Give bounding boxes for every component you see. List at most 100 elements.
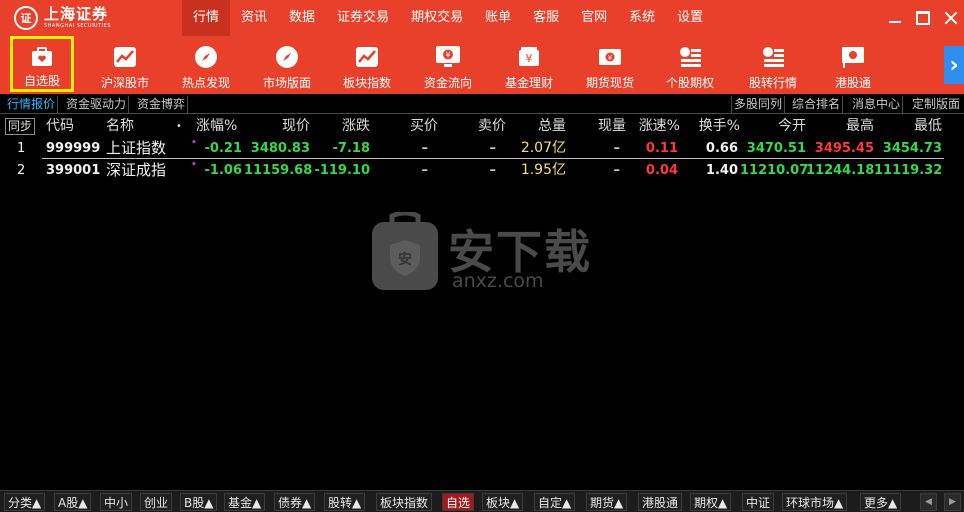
tool-stock-options[interactable]: 个股期权 [654, 36, 726, 94]
tool-label: 自选股 [23, 74, 60, 88]
btab-funds[interactable]: 基金▲ [224, 493, 266, 511]
tab-custom-layout[interactable]: 定制版面 [910, 96, 962, 113]
cell-volume: 1.95亿 [520, 162, 566, 178]
svg-text:¥: ¥ [526, 52, 533, 65]
menu-securities-trading[interactable]: 证券交易 [326, 0, 400, 36]
menu-customer-service[interactable]: 客服 [522, 0, 570, 36]
trend-chart-icon [112, 44, 138, 70]
maximize-icon[interactable] [916, 11, 930, 25]
col-code[interactable]: 代码 [46, 116, 74, 137]
btab-sme[interactable]: 中小 [100, 493, 133, 511]
btab-csi[interactable]: 中证 [742, 493, 775, 511]
svg-text:安: 安 [398, 251, 412, 268]
tool-label: 港股通 [834, 76, 871, 90]
tool-label: 板块指数 [342, 76, 391, 90]
tool-label: 基金理财 [504, 76, 553, 90]
tool-label: 个股期权 [665, 76, 714, 90]
col-speed[interactable]: 涨速% [630, 116, 680, 137]
col-name[interactable]: 名称 [106, 116, 134, 137]
row-number: 1 [17, 141, 26, 156]
btab-more[interactable]: 更多▲ [860, 493, 902, 511]
compass-icon [274, 44, 300, 70]
cell-code: 399001 [46, 163, 101, 178]
coin-stack-icon [677, 44, 703, 70]
close-icon[interactable] [944, 11, 958, 25]
cell-code: 999999 [46, 141, 101, 156]
table-row[interactable]: 2 399001 深证成指 • -1.06 11159.68 -119.10 –… [0, 160, 964, 181]
menu-options-trading[interactable]: 期权交易 [400, 0, 474, 36]
col-open[interactable]: 今开 [766, 116, 806, 137]
menu-system[interactable]: 系统 [618, 0, 666, 36]
cell-ask: – [489, 163, 497, 178]
btab-futures[interactable]: 期货▲ [586, 493, 628, 511]
scroll-left-icon[interactable]: ◀ [920, 493, 937, 511]
cell-open: 3470.51 [746, 141, 806, 156]
col-high[interactable]: 最高 [834, 116, 874, 137]
btab-category[interactable]: 分类▲ [4, 493, 46, 511]
cell-change-pct: -0.21 [204, 141, 242, 156]
tool-watchlist[interactable]: 自选股 [10, 36, 74, 92]
col-current-volume[interactable]: 现量 [586, 116, 626, 137]
btab-chinext[interactable]: 创业 [140, 493, 173, 511]
cell-change: -119.10 [314, 163, 370, 178]
menu-news[interactable]: 资讯 [230, 0, 278, 36]
btab-a-shares[interactable]: A股▲ [54, 493, 92, 511]
tab-quote-list[interactable]: 行情报价 [5, 96, 59, 113]
menu-quotes[interactable]: 行情 [182, 0, 231, 36]
tool-capital-flow[interactable]: ¥ 资金流向 [412, 36, 484, 94]
col-ask[interactable]: 卖价 [466, 116, 506, 137]
col-volume[interactable]: 总量 [526, 116, 566, 137]
tool-label: 股转行情 [748, 76, 797, 90]
cell-change-pct: -1.06 [204, 163, 242, 178]
btab-bonds[interactable]: 债券▲ [274, 493, 316, 511]
shield-logo-icon: 安 [372, 212, 438, 290]
cell-turnover: 1.40 [705, 163, 738, 178]
favorites-bag-icon [29, 44, 55, 69]
col-change[interactable]: 涨跌 [330, 116, 370, 137]
tool-futures-spot[interactable]: ¥ 期货现货 [574, 36, 646, 94]
minimize-icon[interactable] [888, 11, 902, 25]
cell-high: 11244.18 [806, 163, 875, 178]
btab-options[interactable]: 期权▲ [690, 493, 732, 511]
sync-button[interactable]: 同步 [5, 118, 35, 135]
tool-fund-finance[interactable]: ¥ 基金理财 [493, 36, 565, 94]
cell-low: 3454.73 [882, 141, 942, 156]
col-price[interactable]: 现价 [270, 116, 310, 137]
btab-hk-connect[interactable]: 港股通 [638, 493, 683, 511]
tab-capital-game[interactable]: 资金博弈 [135, 96, 189, 113]
btab-b-shares[interactable]: B股▲ [180, 493, 218, 511]
col-low[interactable]: 最低 [902, 116, 942, 137]
tab-message-center[interactable]: 消息中心 [850, 96, 904, 113]
tool-sector-index[interactable]: 板块指数 [331, 36, 403, 94]
tool-label: 热点发现 [181, 76, 230, 90]
toolbar-next-arrow-icon[interactable]: › [944, 46, 964, 84]
brand-logo: 证 上海证券 SHANGHAI SECURITIES [14, 6, 174, 30]
btab-neeq[interactable]: 股转▲ [324, 493, 366, 511]
tab-multi-stock[interactable]: 多股同列 [731, 96, 786, 113]
tool-sh-sz-market[interactable]: 沪深股市 [89, 36, 161, 94]
menu-data[interactable]: 数据 [278, 0, 326, 36]
menu-settings[interactable]: 设置 [666, 0, 714, 36]
banknote-icon: ¥ [597, 44, 623, 70]
coin-stack-icon [760, 44, 786, 70]
cell-ask: – [489, 141, 497, 156]
tool-neeq-quotes[interactable]: 股转行情 [737, 36, 809, 94]
tool-market-layout[interactable]: 市场版面 [251, 36, 323, 94]
tab-capital-drive[interactable]: 资金驱动力 [64, 96, 130, 113]
table-row[interactable]: 1 999999 上证指数 • -0.21 3480.83 -7.18 – – … [0, 138, 964, 159]
tab-ranking[interactable]: 综合排名 [790, 96, 844, 113]
btab-watchlist[interactable]: 自选 [442, 493, 475, 511]
btab-custom[interactable]: 自定▲ [534, 493, 576, 511]
scroll-right-icon[interactable]: ▶ [944, 493, 961, 511]
cell-name: 上证指数 [106, 139, 167, 157]
tool-hk-connect[interactable]: 港股通 [817, 36, 889, 94]
tool-hot-spots[interactable]: 热点发现 [170, 36, 242, 94]
btab-global-markets[interactable]: 环球市场▲ [782, 493, 848, 511]
col-change-pct[interactable]: 涨幅% [196, 116, 244, 137]
btab-sectors[interactable]: 板块▲ [482, 493, 524, 511]
btab-sector-index[interactable]: 板块指数 [376, 493, 433, 511]
col-bid[interactable]: 买价 [398, 116, 438, 137]
col-turnover[interactable]: 换手% [690, 116, 740, 137]
menu-statements[interactable]: 账单 [474, 0, 522, 36]
menu-website[interactable]: 官网 [570, 0, 618, 36]
